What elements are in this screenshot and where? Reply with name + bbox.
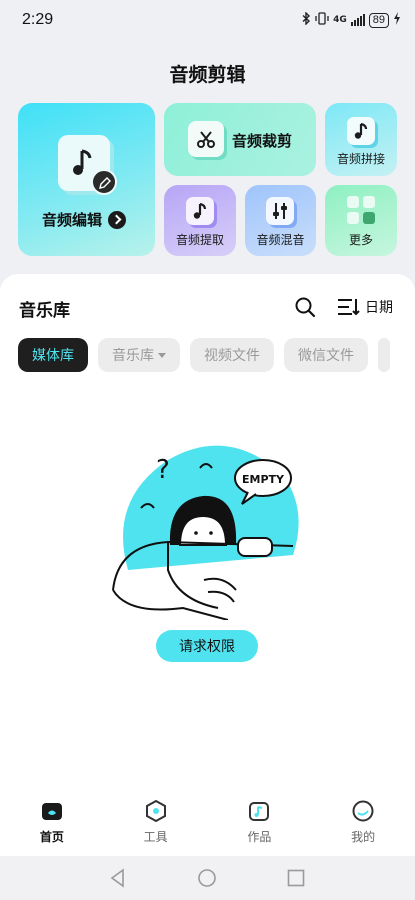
request-permission-button[interactable]: 请求权限	[156, 630, 258, 662]
tab-overflow[interactable]	[378, 338, 390, 372]
profile-icon	[352, 800, 374, 822]
status-icons: 4G 89	[302, 11, 401, 28]
audio-extract-card[interactable]: 音频提取	[164, 185, 236, 256]
nav-label-home: 首页	[39, 830, 64, 844]
signal-icon	[350, 14, 365, 26]
pen-icon	[91, 169, 117, 195]
tab-wechat-files[interactable]: 微信文件	[284, 338, 368, 372]
svg-text:?: ?	[156, 455, 170, 485]
audio-edit-card[interactable]: 音频编辑	[18, 103, 155, 256]
tab-music-library[interactable]: 音乐库	[98, 338, 180, 372]
audio-cut-card[interactable]: 音频裁剪	[164, 103, 316, 176]
more-tools-label: 更多	[348, 233, 373, 247]
nav-label-profile: 我的	[351, 830, 376, 844]
nav-item-home[interactable]: 首页	[0, 790, 104, 856]
search-icon	[295, 297, 316, 318]
bottom-nav: 首页 工具 作品 我的	[0, 790, 415, 856]
audio-mix-card[interactable]: 音频混音	[245, 185, 316, 256]
dropdown-arrow-icon	[158, 352, 166, 358]
status-bar: 2:29 4G 89	[0, 0, 415, 40]
audio-join-label: 音频拼接	[336, 152, 385, 166]
audio-cut-label: 音频裁剪	[232, 132, 293, 150]
library-tabs: 媒体库 音乐库 视频文件 微信文件	[18, 338, 390, 372]
system-nav-bar	[0, 856, 415, 900]
back-icon[interactable]	[108, 868, 128, 888]
home-icon	[41, 803, 62, 820]
sort-by-date-button[interactable]: 日期	[337, 295, 393, 319]
bluetooth-icon	[302, 11, 311, 28]
charging-icon	[393, 12, 401, 28]
tab-video-files[interactable]: 视频文件	[190, 338, 274, 372]
music-note-icon	[347, 117, 375, 145]
library-title: 音乐库	[19, 301, 70, 321]
audio-mix-label: 音频混音	[256, 233, 305, 247]
empty-label: EMPTY	[242, 473, 285, 486]
battery-level: 89	[368, 12, 389, 28]
recents-icon[interactable]	[286, 868, 306, 888]
nav-label-works: 作品	[247, 830, 272, 844]
more-tools-card[interactable]: 更多	[325, 185, 397, 256]
audio-extract-label: 音频提取	[175, 233, 224, 247]
page-title: 音频剪辑	[169, 64, 246, 86]
scissors-icon	[188, 121, 224, 157]
nav-item-works[interactable]: 作品	[208, 790, 312, 856]
vibrate-icon	[315, 12, 329, 28]
nav-item-profile[interactable]: 我的	[311, 790, 415, 856]
tab-media-library[interactable]: 媒体库	[18, 338, 88, 372]
sort-icon	[338, 299, 360, 316]
grid-icon	[347, 196, 375, 224]
works-icon	[249, 802, 270, 821]
tools-icon	[145, 800, 166, 822]
sort-label: 日期	[365, 300, 393, 316]
audio-edit-label: 音频编辑	[42, 209, 127, 230]
nav-label-tools: 工具	[143, 830, 168, 844]
equalizer-icon	[266, 197, 294, 225]
home-circle-icon[interactable]	[197, 868, 217, 888]
empty-state-illustration: ? EMPTY	[112, 445, 299, 620]
network-type: 4G	[333, 15, 347, 25]
music-note-icon	[186, 197, 214, 225]
chevron-right-icon	[108, 210, 127, 229]
nav-item-tools[interactable]: 工具	[104, 790, 208, 856]
status-time: 2:29	[22, 11, 54, 28]
search-button[interactable]	[294, 296, 316, 318]
audio-join-card[interactable]: 音频拼接	[325, 103, 397, 176]
